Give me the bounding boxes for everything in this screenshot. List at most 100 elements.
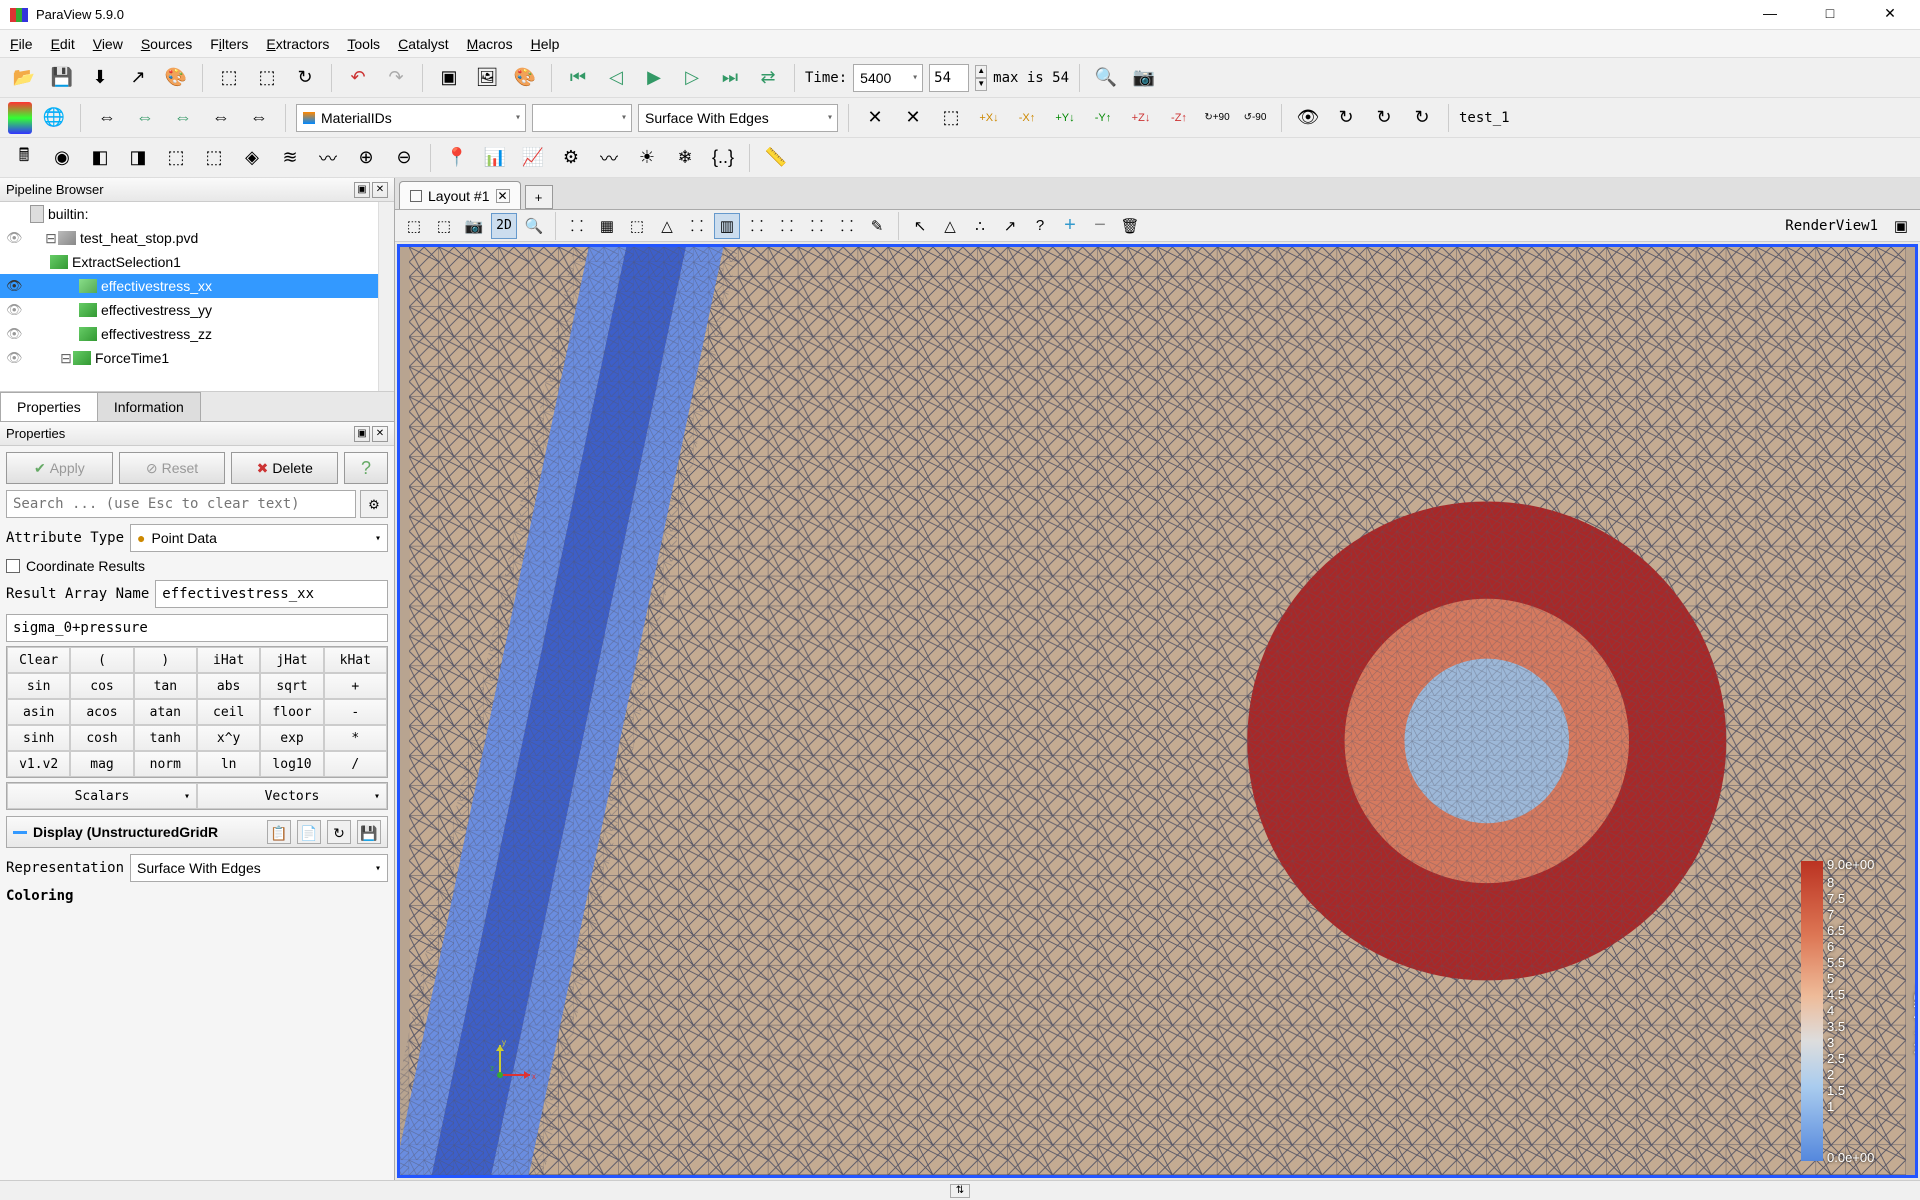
- maximize-view-icon[interactable]: ▣: [1888, 213, 1914, 239]
- expander-icon[interactable]: ⊟: [59, 350, 73, 367]
- loop-icon[interactable]: ⇄: [752, 62, 784, 94]
- calc-button[interactable]: atan: [134, 699, 197, 725]
- tab-close-icon[interactable]: ✕: [496, 189, 510, 203]
- dock-button[interactable]: ▣: [354, 426, 370, 442]
- menu-view[interactable]: View: [93, 36, 123, 52]
- plus-x-icon[interactable]: +X↓: [973, 102, 1005, 134]
- disconnect-icon[interactable]: 🎨: [160, 62, 192, 94]
- loop1-icon[interactable]: ↻: [1330, 102, 1362, 134]
- delete-button[interactable]: ✖Delete: [231, 452, 338, 484]
- calc-button[interactable]: kHat: [324, 647, 387, 673]
- menu-help[interactable]: Help: [531, 36, 560, 52]
- box-icon[interactable]: ▣: [433, 62, 465, 94]
- calc-button[interactable]: exp: [260, 725, 323, 751]
- tool2-icon[interactable]: 〰: [593, 142, 625, 174]
- calc-button[interactable]: x^y: [197, 725, 260, 751]
- menu-extractors[interactable]: Extractors: [266, 36, 329, 52]
- dots-icon[interactable]: ∴: [967, 213, 993, 239]
- calc-button[interactable]: iHat: [197, 647, 260, 673]
- tree-item-forcetime[interactable]: 👁 ⊟ ForceTime1: [0, 346, 394, 370]
- menu-sources[interactable]: Sources: [141, 36, 192, 52]
- checkbox-icon[interactable]: [6, 559, 20, 573]
- select-tool-icon[interactable]: ⸬: [834, 213, 860, 239]
- stream-icon[interactable]: ≋: [274, 142, 306, 174]
- gear-icon[interactable]: ⚙: [360, 490, 388, 518]
- render-tool-icon[interactable]: ⬚: [401, 213, 427, 239]
- minus-x-icon[interactable]: -X↑: [1011, 102, 1043, 134]
- search-input[interactable]: [6, 490, 356, 518]
- component-combo[interactable]: [532, 104, 632, 132]
- select-cells-icon[interactable]: ▦: [594, 213, 620, 239]
- layout-tab[interactable]: Layout #1 ✕: [399, 181, 521, 209]
- tree-item-builtin[interactable]: builtin:: [0, 202, 394, 226]
- time-step-input[interactable]: [929, 64, 969, 92]
- dock-button[interactable]: ▣: [354, 182, 370, 198]
- menu-tools[interactable]: Tools: [347, 36, 380, 52]
- rescale-icon[interactable]: ⇔: [91, 102, 123, 134]
- plus-z-icon[interactable]: +Z↓: [1125, 102, 1157, 134]
- warp-icon[interactable]: 〰: [312, 142, 344, 174]
- render-viewport[interactable]: x y z 9.0e+00 8 7.5 7 6.5 6 5.5 5 4.5: [397, 244, 1918, 1178]
- loop2-icon[interactable]: ↻: [1368, 102, 1400, 134]
- scalars-button[interactable]: Scalars: [7, 783, 197, 809]
- glyph-icon[interactable]: ◈: [236, 142, 268, 174]
- calc-button[interactable]: /: [324, 751, 387, 777]
- calc-button[interactable]: cosh: [70, 725, 133, 751]
- color-field-combo[interactable]: MaterialIDs: [296, 104, 526, 132]
- coord-results-checkbox[interactable]: Coordinate Results: [6, 558, 388, 574]
- cube2-icon[interactable]: ⬚: [251, 62, 283, 94]
- calc-button[interactable]: v1.v2: [7, 751, 70, 777]
- plus-icon[interactable]: +: [1057, 213, 1083, 239]
- extract-icon[interactable]: ⬚: [198, 142, 230, 174]
- save-icon[interactable]: 💾: [46, 62, 78, 94]
- display-section-header[interactable]: Display (UnstructuredGridR 📋 📄 ↻ 💾: [6, 816, 388, 848]
- select-tool-icon[interactable]: ▥: [714, 213, 740, 239]
- play-icon[interactable]: ▶: [638, 62, 670, 94]
- cube-icon[interactable]: ⬚: [213, 62, 245, 94]
- reload-button[interactable]: ↻: [327, 820, 351, 844]
- calc-button[interactable]: sqrt: [260, 673, 323, 699]
- menu-filters[interactable]: Filters: [210, 36, 248, 52]
- extract2-icon[interactable]: ⊖: [388, 142, 420, 174]
- eye-icon[interactable]: 👁: [6, 302, 24, 318]
- calc-button[interactable]: jHat: [260, 647, 323, 673]
- paste-button[interactable]: 📄: [297, 820, 321, 844]
- tab-information[interactable]: Information: [97, 392, 201, 421]
- ruler-icon[interactable]: 📏: [760, 142, 792, 174]
- minus-y-icon[interactable]: -Y↑: [1087, 102, 1119, 134]
- zoom-tool-icon[interactable]: 🔍: [521, 213, 547, 239]
- eye-icon[interactable]: 👁: [6, 350, 24, 366]
- palette-icon[interactable]: 🎨: [509, 62, 541, 94]
- undo-icon[interactable]: ↶: [342, 62, 374, 94]
- select-tool-icon[interactable]: ⸬: [744, 213, 770, 239]
- maximize-button[interactable]: □: [1810, 5, 1850, 25]
- pointer-icon[interactable]: ↖: [907, 213, 933, 239]
- color-legend[interactable]: 9.0e+00 8 7.5 7 6.5 6 5.5 5 4.5 4 3.5 3 …: [1801, 861, 1901, 1161]
- render-tool-icon[interactable]: ⬚: [431, 213, 457, 239]
- menu-edit[interactable]: Edit: [51, 36, 75, 52]
- first-frame-icon[interactable]: ⏮: [562, 62, 594, 94]
- minimize-button[interactable]: —: [1750, 5, 1790, 25]
- rescale4-icon[interactable]: ⇔: [205, 102, 237, 134]
- group-icon[interactable]: ⊕: [350, 142, 382, 174]
- select-tool-icon[interactable]: ⸬: [684, 213, 710, 239]
- tab-properties[interactable]: Properties: [0, 392, 98, 421]
- help-button[interactable]: ?: [344, 452, 388, 484]
- step-down-icon[interactable]: ▼: [975, 78, 987, 91]
- select-points-icon[interactable]: ⸬: [564, 213, 590, 239]
- calc-button[interactable]: mag: [70, 751, 133, 777]
- calculator-icon[interactable]: 🖩: [8, 142, 40, 174]
- select-icon[interactable]: ⬚: [935, 102, 967, 134]
- ruler-tool-icon[interactable]: ↗: [997, 213, 1023, 239]
- menu-file[interactable]: File: [10, 36, 33, 52]
- representation-prop-combo[interactable]: Surface With Edges: [130, 854, 388, 882]
- calc-button[interactable]: -: [324, 699, 387, 725]
- menu-catalyst[interactable]: Catalyst: [398, 36, 449, 52]
- pipeline-tree[interactable]: builtin: 👁 ⊟ test_heat_stop.pvd ExtractS…: [0, 202, 394, 392]
- tool5-icon[interactable]: {..}: [707, 142, 739, 174]
- eye-icon[interactable]: 👁: [6, 278, 24, 294]
- tool1-icon[interactable]: ⚙: [555, 142, 587, 174]
- camera-tool-icon[interactable]: 📷: [461, 213, 487, 239]
- tree-item-stress-zz[interactable]: 👁 effectivestress_zz: [0, 322, 394, 346]
- select-tool-icon[interactable]: ⸬: [804, 213, 830, 239]
